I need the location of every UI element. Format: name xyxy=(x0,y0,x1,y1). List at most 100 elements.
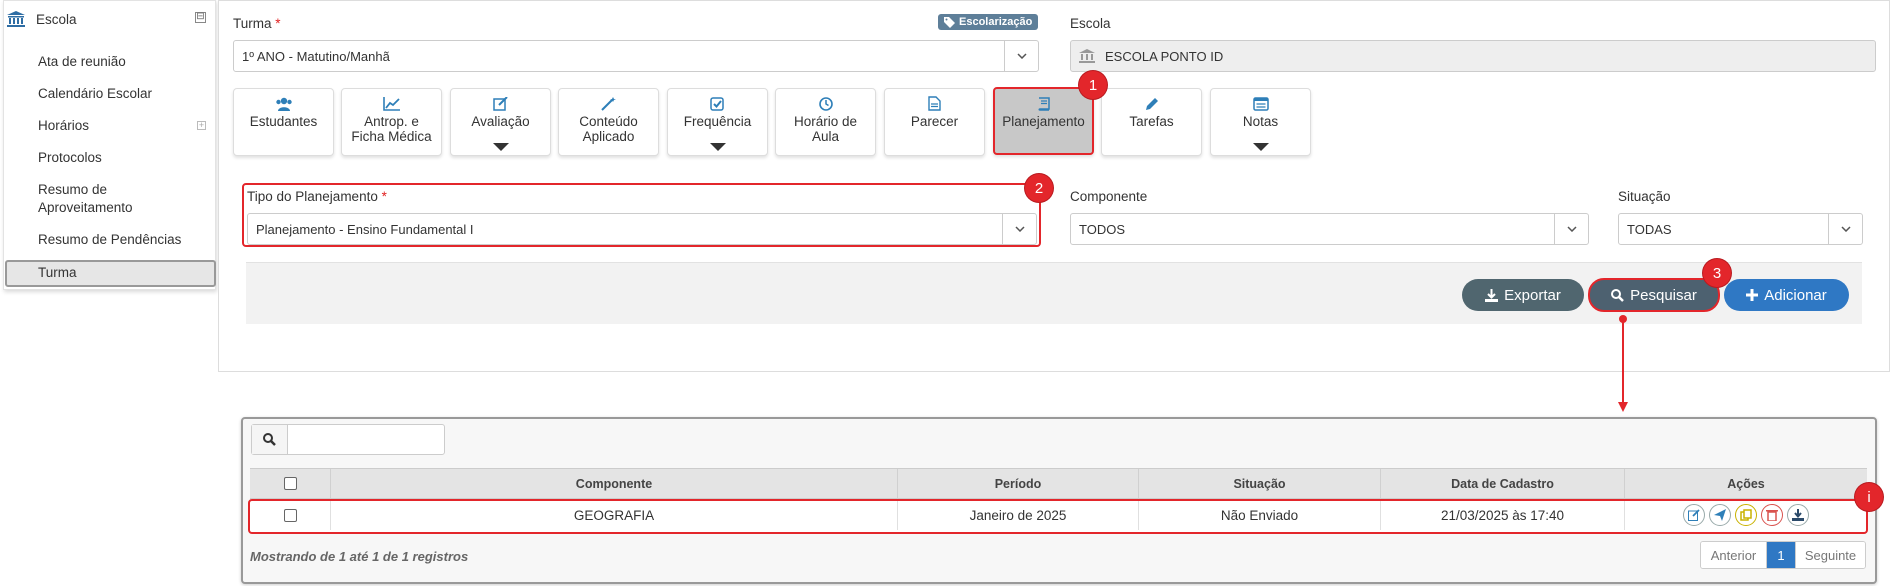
componente-value: TODOS xyxy=(1079,221,1125,237)
adicionar-button[interactable]: Adicionar xyxy=(1724,279,1849,311)
chevron-down-icon xyxy=(1002,214,1036,244)
check-square-icon xyxy=(710,95,725,112)
escola-label: Escola xyxy=(1070,16,1111,31)
sidebar-item-resumo-pendencias[interactable]: Resumo de Pendências xyxy=(38,231,181,249)
row-highlight xyxy=(248,499,1868,534)
caret-down-icon xyxy=(492,143,509,151)
tile-tarefas[interactable]: Tarefas xyxy=(1101,88,1202,156)
school-building-icon xyxy=(6,10,26,28)
exportar-button[interactable]: Exportar xyxy=(1462,279,1584,311)
clock-icon xyxy=(818,95,833,112)
pesquisar-label: Pesquisar xyxy=(1630,286,1697,304)
pager-prev[interactable]: Anterior xyxy=(1701,542,1767,568)
sidebar-item-turma-label: Turma xyxy=(38,265,77,280)
chevron-down-icon xyxy=(1004,41,1038,71)
col-acoes: Ações xyxy=(1624,469,1867,498)
magic-icon xyxy=(600,95,617,112)
step-badge-3: 3 xyxy=(1703,259,1731,287)
tipo-label: Tipo do Planejamento * xyxy=(247,189,387,204)
step-badge-1: 1 xyxy=(1079,71,1107,99)
col-componente[interactable]: Componente xyxy=(330,469,897,498)
col-data-cadastro[interactable]: Data de Cadastro xyxy=(1380,469,1624,498)
escolarizacao-badge[interactable]: Escolarização xyxy=(938,14,1039,30)
tile-label: Conteúdo Aplicado xyxy=(579,114,638,144)
tile-label: Planejamento xyxy=(1002,114,1085,129)
pager-next[interactable]: Seguinte xyxy=(1795,542,1865,568)
pager-current[interactable]: 1 xyxy=(1767,542,1795,568)
col-periodo[interactable]: Período xyxy=(897,469,1138,498)
pagination: Anterior 1 Seguinte xyxy=(1700,541,1866,569)
escola-value: ESCOLA PONTO ID xyxy=(1105,48,1224,64)
situacao-label: Situação xyxy=(1618,189,1671,204)
caret-down-icon xyxy=(1252,143,1269,151)
tile-label: Avaliação xyxy=(471,114,530,129)
tile-avaliacao[interactable]: Avaliação xyxy=(450,88,551,156)
componente-label: Componente xyxy=(1070,189,1148,204)
select-all-checkbox[interactable] xyxy=(283,477,297,490)
tile-label: Frequência xyxy=(683,114,752,129)
search-icon xyxy=(252,425,288,454)
pesquisar-button[interactable]: Pesquisar xyxy=(1588,278,1720,312)
table-search[interactable] xyxy=(251,424,445,455)
tile-label: Estudantes xyxy=(249,114,318,129)
caret-down-icon xyxy=(709,143,726,151)
exportar-label: Exportar xyxy=(1504,286,1561,304)
escola-field: ESCOLA PONTO ID xyxy=(1070,40,1876,72)
table-header: Componente Período Situação Data de Cada… xyxy=(250,468,1867,499)
tag-icon xyxy=(944,16,955,28)
info-badge: i xyxy=(1855,483,1883,511)
tile-antrop-e-ficha-medica[interactable]: Antrop. e Ficha Médica xyxy=(341,88,442,156)
expand-icon[interactable]: + xyxy=(197,121,206,130)
table-search-input[interactable] xyxy=(292,429,440,450)
sidebar-header[interactable]: Escola ⊟ xyxy=(6,6,206,32)
records-info: Mostrando de 1 até 1 de 1 registros xyxy=(250,549,469,564)
tipo-select[interactable]: Planejamento - Ensino Fundamental I xyxy=(247,213,1037,245)
tile-label: Parecer xyxy=(910,114,959,129)
turma-value: 1º ANO - Matutino/Manhã xyxy=(242,48,390,64)
sidebar-item-resumo-aproveitamento[interactable]: Resumo de Aproveitamento xyxy=(38,181,158,217)
situacao-value: TODAS xyxy=(1627,221,1672,237)
users-icon xyxy=(275,95,293,112)
step-badge-2: 2 xyxy=(1025,174,1053,202)
adicionar-label: Adicionar xyxy=(1764,286,1827,304)
sidebar-item-ata[interactable]: Ata de reunião xyxy=(38,53,126,71)
tipo-value: Planejamento - Ensino Fundamental I xyxy=(256,221,474,237)
sidebar-item-protocolos[interactable]: Protocolos xyxy=(38,149,102,167)
chevron-down-icon xyxy=(1554,214,1588,244)
book-icon xyxy=(1037,95,1051,112)
search-icon xyxy=(1611,288,1625,302)
tile-label: Horário de Aula xyxy=(793,114,858,144)
plus-icon xyxy=(1746,289,1759,301)
sidebar-item-turma[interactable] xyxy=(5,260,216,287)
download-icon xyxy=(1485,288,1499,302)
badge-label: Escolarização xyxy=(959,16,1033,28)
sidebar-title: Escola xyxy=(36,11,77,27)
collapse-icon[interactable]: ⊟ xyxy=(195,12,206,23)
file-text-icon xyxy=(928,95,941,112)
tile-planejamento[interactable]: Planejamento xyxy=(993,87,1094,155)
chart-line-icon xyxy=(382,95,401,112)
tile-horario-de-aula[interactable]: Horário de Aula xyxy=(775,88,876,156)
tile-estudantes[interactable]: Estudantes xyxy=(233,88,334,156)
tile-label: Tarefas xyxy=(1129,114,1174,129)
tile-label: Antrop. e Ficha Médica xyxy=(351,114,432,144)
bank-icon xyxy=(1079,49,1095,63)
tile-label: Notas xyxy=(1242,114,1279,129)
flow-arrow xyxy=(1618,315,1628,412)
pencil-icon xyxy=(1145,95,1159,112)
tile-notas[interactable]: Notas xyxy=(1210,88,1311,156)
turma-label: Turma * xyxy=(233,16,281,31)
tile-parecer[interactable]: Parecer xyxy=(884,88,985,156)
col-situacao[interactable]: Situação xyxy=(1138,469,1380,498)
list-icon xyxy=(1252,95,1269,112)
componente-select[interactable]: TODOS xyxy=(1070,213,1589,245)
edit-icon xyxy=(492,95,509,112)
tile-conteudo-aplicado[interactable]: Conteúdo Aplicado xyxy=(558,88,659,156)
turma-select[interactable]: 1º ANO - Matutino/Manhã xyxy=(233,40,1039,72)
select-all-cell xyxy=(250,469,330,498)
situacao-select[interactable]: TODAS xyxy=(1618,213,1863,245)
sidebar-item-calendario[interactable]: Calendário Escolar xyxy=(38,85,152,103)
tile-frequencia[interactable]: Frequência xyxy=(667,88,768,156)
sidebar-item-horarios[interactable]: Horários xyxy=(38,117,89,135)
chevron-down-icon xyxy=(1828,214,1862,244)
